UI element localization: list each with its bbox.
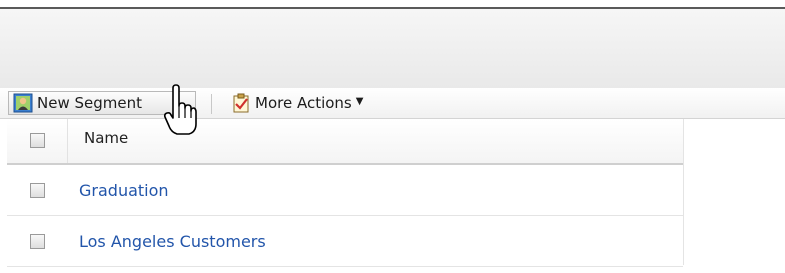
row-check-cell xyxy=(7,216,67,266)
new-segment-icon xyxy=(13,93,33,113)
table-row: Graduation xyxy=(7,165,683,216)
top-border xyxy=(0,0,785,9)
row-checkbox[interactable] xyxy=(29,233,45,249)
table-row: Los Angeles Customers xyxy=(7,216,683,267)
toolbar: New Segment More Actions ▼ xyxy=(0,88,785,119)
more-actions-label: More Actions xyxy=(255,94,352,112)
row-check-cell xyxy=(7,165,67,215)
grid-header-row: Name xyxy=(7,119,683,165)
select-all-checkbox[interactable] xyxy=(29,133,45,148)
segment-name-link[interactable]: Graduation xyxy=(67,165,683,215)
more-actions-button[interactable]: More Actions ▼ xyxy=(231,91,431,115)
grid-right-border xyxy=(683,119,684,265)
toolbar-separator xyxy=(211,94,212,114)
column-header-name[interactable]: Name xyxy=(68,119,683,163)
hand-pointer-cursor-icon xyxy=(163,84,197,138)
header-band xyxy=(0,9,785,89)
row-checkbox[interactable] xyxy=(29,182,45,198)
clipboard-check-icon xyxy=(231,93,251,113)
dropdown-caret-icon: ▼ xyxy=(355,95,364,107)
select-all-cell xyxy=(7,119,68,163)
new-segment-label: New Segment xyxy=(37,94,142,112)
segments-grid: Name Graduation Los Angeles Customers xyxy=(7,119,683,267)
segment-name-link[interactable]: Los Angeles Customers xyxy=(67,216,683,266)
